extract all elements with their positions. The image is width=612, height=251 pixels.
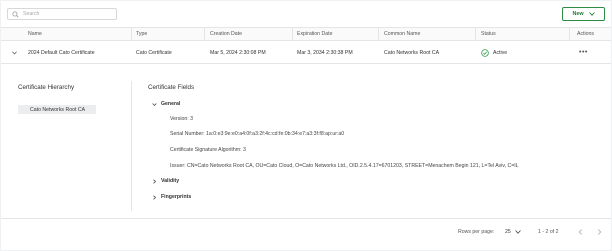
fields-title: Certificate Fields: [148, 84, 195, 91]
previous-page-button[interactable]: [576, 228, 584, 236]
chevron-right-icon: [597, 229, 601, 235]
rows-per-page-value: 25: [505, 229, 511, 235]
column-divider: [569, 28, 570, 40]
hierarchy-title: Certificate Hierarchy: [18, 84, 75, 91]
section-fingerprints[interactable]: Fingerprints: [152, 194, 191, 200]
status-label: Active: [493, 49, 508, 56]
column-divider: [378, 28, 379, 40]
more-actions-icon[interactable]: •••: [579, 42, 588, 63]
certificate-type: Cato Certificate: [136, 49, 172, 56]
column-header-type[interactable]: Type: [136, 28, 147, 40]
field-signature-algorithm: Certificate Signature Algorithm: 3: [170, 147, 246, 153]
panel-divider: [131, 81, 132, 211]
certificate-details: Certificate Hierarchy Cato Networks Root…: [1, 65, 611, 217]
expand-toggle[interactable]: [12, 42, 17, 63]
section-fingerprints-label: Fingerprints: [161, 194, 192, 200]
search-input[interactable]: [23, 11, 113, 17]
chevron-down-icon: [12, 50, 17, 55]
table-row[interactable]: 2024 Default Cato Certificate Cato Certi…: [1, 42, 611, 64]
search-icon: [12, 10, 19, 18]
new-button[interactable]: New: [562, 7, 605, 21]
column-header-actions: Actions: [577, 31, 595, 37]
section-general-label: General: [161, 101, 181, 107]
table-header: Name Type Creation Date Expiration Date …: [1, 27, 611, 41]
column-header-name[interactable]: Name: [28, 28, 42, 40]
status-badge: Active: [481, 42, 507, 63]
column-divider: [204, 28, 205, 40]
certificate-name: 2024 Default Cato Certificate: [28, 49, 95, 56]
expiration-date: Mar 3, 2034 2:30:38 PM: [297, 49, 353, 56]
rows-per-page-select[interactable]: 25: [505, 229, 521, 235]
section-validity[interactable]: Validity: [152, 178, 179, 184]
search-box[interactable]: [7, 8, 117, 20]
column-header-common-name[interactable]: Common Name: [384, 28, 420, 40]
creation-date: Mar 5, 2024 2:30:08 PM: [210, 49, 266, 56]
chevron-left-icon: [578, 229, 582, 235]
check-circle-icon: [481, 48, 489, 57]
column-header-expiration-date[interactable]: Expiration Date: [297, 28, 332, 40]
pagination-bar: Rows per page: 25 1 - 2 of 2: [1, 218, 611, 244]
column-divider: [475, 28, 476, 40]
chevron-down-icon: [588, 12, 595, 16]
column-divider: [292, 28, 293, 40]
field-issuer: Issuer: CN=Cato Networks Root CA, OU=Cat…: [170, 163, 519, 169]
common-name: Cato Networks Root CA: [384, 49, 440, 56]
rows-per-page-label: Rows per page:: [458, 229, 495, 235]
chevron-down-icon: [152, 102, 157, 106]
column-divider: [131, 28, 132, 40]
hierarchy-item[interactable]: Cato Networks Root CA: [18, 105, 96, 114]
field-version: Version: 3: [170, 116, 194, 122]
chevron-right-icon: [153, 194, 157, 200]
chevron-down-icon: [514, 230, 521, 234]
pagination-range: 1 - 2 of 2: [538, 229, 559, 235]
column-header-status[interactable]: Status: [481, 28, 496, 40]
section-general[interactable]: General: [152, 101, 180, 107]
field-serial-number: Serial Number: 1a:0:e3:9e:e0:a4:0f:a3:2f…: [170, 131, 345, 137]
new-button-label: New: [572, 11, 584, 17]
next-page-button[interactable]: [595, 228, 603, 236]
certificates-panel: New Name Type Creation Date Expiration D…: [1, 1, 611, 250]
chevron-right-icon: [153, 178, 157, 184]
section-validity-label: Validity: [161, 178, 180, 184]
column-header-creation-date[interactable]: Creation Date: [210, 28, 242, 40]
